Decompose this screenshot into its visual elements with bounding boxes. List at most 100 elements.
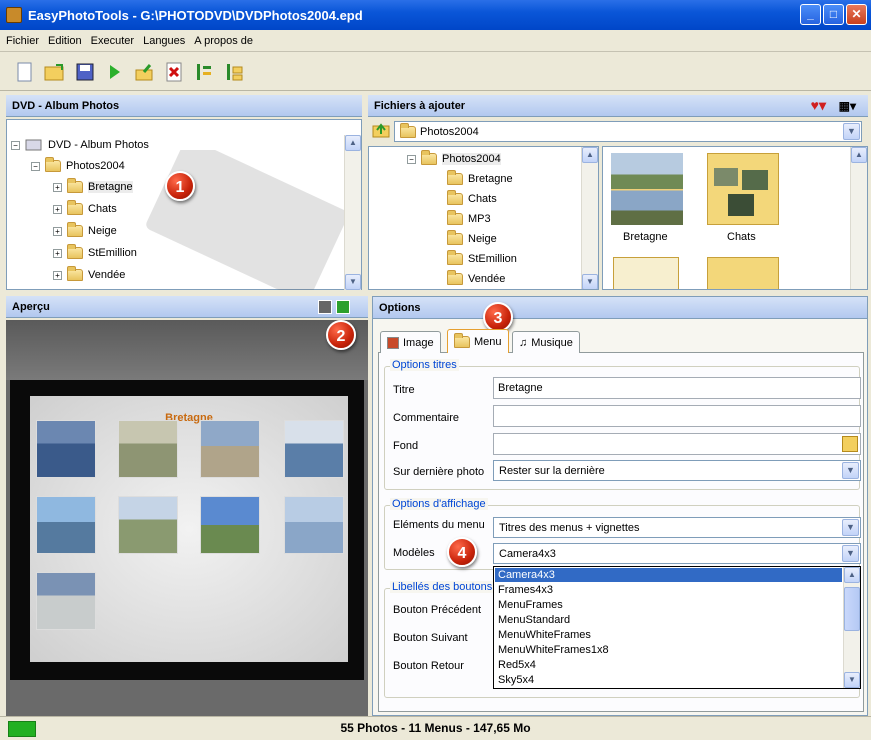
files-tree-stemillion[interactable]: StEmillion — [447, 250, 517, 265]
folder-icon — [67, 244, 83, 259]
tab-musique[interactable]: ♫ Musique — [512, 331, 580, 353]
fond-label: Fond — [393, 440, 419, 452]
folder-icon — [67, 200, 83, 215]
files-panel: Fichiers à ajouter ♥▾ ▦▾ Photos2004 ▼ − Ph… — [368, 95, 868, 290]
commentaire-field[interactable] — [493, 405, 861, 427]
modeles-option-7[interactable]: Sky5x4 — [498, 673, 534, 687]
path-combo[interactable]: Photos2004 ▼ — [394, 121, 862, 142]
modeles-option-3[interactable]: MenuStandard — [498, 613, 570, 627]
titre-label: Titre — [393, 384, 415, 396]
preview-thumb-2 — [118, 420, 178, 478]
heart-icon[interactable]: ♥▾ — [811, 97, 826, 114]
preview-mode-icon[interactable] — [318, 299, 332, 314]
preview-thumb-7 — [200, 496, 260, 554]
folder-icon — [45, 157, 61, 172]
browse-folder-icon[interactable] — [842, 436, 858, 452]
view-grid-icon[interactable]: ▦▾ — [839, 99, 856, 113]
modeles-option-4[interactable]: MenuWhiteFrames — [498, 628, 591, 642]
minimize-button[interactable]: _ — [800, 4, 821, 25]
preview-header: Aperçu — [6, 296, 368, 318]
callout-badge-4: 4 — [447, 537, 477, 567]
thumb-next[interactable] — [707, 257, 779, 289]
thumb-chats[interactable] — [707, 153, 779, 225]
elements-combo[interactable]: Titres des menus + vignettes ▼ — [493, 517, 861, 538]
modeles-dropdown-list[interactable]: Camera4x3 Frames4x3 MenuFrames MenuStand… — [493, 566, 861, 689]
preview-thumb-5 — [36, 496, 96, 554]
callout-badge-1: 1 — [165, 171, 195, 201]
btn-prec-label: Bouton Précédent — [393, 604, 482, 616]
tree-item-stemillion[interactable]: + StEmillion — [53, 244, 137, 259]
preview-thumb-8 — [284, 496, 344, 554]
derniere-combo[interactable]: Rester sur la dernière ▼ — [493, 460, 861, 481]
modeles-option-5[interactable]: MenuWhiteFrames1x8 — [498, 643, 609, 657]
modeles-combo[interactable]: Camera4x3 ▼ — [493, 543, 861, 564]
modeles-option-0[interactable]: Camera4x3 — [495, 568, 842, 582]
menubar: Fichier Edition Executer Langues A propo… — [0, 30, 871, 52]
preview-green-icon[interactable] — [336, 299, 350, 314]
open-folder-icon[interactable] — [44, 61, 66, 83]
tree-folder-photos2004[interactable]: − Photos2004 — [31, 157, 125, 172]
up-folder-icon[interactable] — [372, 121, 392, 141]
commentaire-label: Commentaire — [393, 412, 460, 424]
menu-executer[interactable]: Executer — [91, 35, 134, 47]
menu-fichier[interactable]: Fichier — [6, 35, 39, 47]
files-tree-scrollbar[interactable]: ▲ ▼ — [581, 147, 598, 289]
export-icon[interactable] — [134, 61, 156, 83]
files-tree-vendee[interactable]: Vendée — [447, 270, 505, 285]
titre-field[interactable]: Bretagne — [493, 377, 861, 399]
tree-item-neige[interactable]: + Neige — [53, 222, 117, 237]
files-tree-photos2004[interactable]: − Photos2004 — [407, 150, 501, 165]
save-icon[interactable] — [74, 61, 96, 83]
tab-image[interactable]: Image — [380, 331, 441, 353]
close-button[interactable]: ✕ — [846, 4, 867, 25]
tree-item-vendee[interactable]: + Vendée — [53, 266, 125, 281]
group-options-titres-title: Options titres — [390, 359, 459, 371]
menu-edition[interactable]: Edition — [48, 35, 82, 47]
tab-menu[interactable]: Menu — [447, 329, 509, 353]
callout-badge-3: 3 — [483, 302, 513, 332]
thumbs-scrollbar[interactable]: ▲ — [850, 147, 867, 289]
files-tree-neige[interactable]: Neige — [447, 230, 497, 245]
folder-icon — [67, 178, 83, 193]
group-libelles-title: Libellés des boutons — [390, 581, 495, 593]
toolbar — [0, 53, 871, 91]
elements-label: Eléments du menu — [393, 519, 485, 531]
modeles-dropdown-scrollbar[interactable]: ▲ ▼ — [843, 567, 860, 688]
files-tree-mp3[interactable]: MP3 — [447, 210, 491, 225]
thumb-bretagne-label: Bretagne — [623, 231, 668, 243]
btn-suiv-label: Bouton Suivant — [393, 632, 468, 644]
btn-retour-label: Bouton Retour — [393, 660, 464, 672]
tree-folder-icon[interactable] — [224, 61, 246, 83]
left-tree-scrollbar[interactable]: ▲ ▼ — [344, 135, 361, 290]
music-icon: ♫ — [519, 336, 528, 349]
status-text: 55 Photos - 11 Menus - 147,65 Mo — [340, 721, 531, 735]
derniere-label: Sur dernière photo — [393, 466, 485, 478]
tree-add-icon[interactable] — [194, 61, 216, 83]
preview-thumb-1 — [36, 420, 96, 478]
maximize-button[interactable]: □ — [823, 4, 844, 25]
play-icon[interactable] — [104, 61, 126, 83]
menu-apropos[interactable]: A propos de — [194, 35, 253, 47]
fond-field[interactable] — [493, 433, 861, 455]
modeles-option-2[interactable]: MenuFrames — [498, 598, 563, 612]
tree-root-item[interactable]: − DVD - Album Photos — [11, 138, 149, 152]
preview-thumb-4 — [284, 420, 344, 478]
menu-langues[interactable]: Langues — [143, 35, 185, 47]
tree-item-chats[interactable]: + Chats — [53, 200, 117, 215]
files-tree-chats[interactable]: Chats — [447, 190, 497, 205]
modeles-label: Modèles — [393, 547, 435, 559]
files-tree-bretagne[interactable]: Bretagne — [447, 170, 513, 185]
group-options-affichage-title: Options d'affichage — [390, 498, 488, 510]
folder-icon — [67, 266, 83, 281]
film-watermark — [146, 150, 348, 290]
modeles-option-6[interactable]: Red5x4 — [498, 658, 536, 672]
tree-item-bretagne[interactable]: + Bretagne — [53, 178, 133, 193]
thumb-folder-next[interactable] — [613, 257, 679, 289]
image-icon — [387, 336, 399, 349]
new-file-icon[interactable] — [14, 61, 36, 83]
folder-icon — [454, 332, 470, 348]
preview-panel: Aperçu Bretagne — [6, 296, 368, 716]
modeles-option-1[interactable]: Frames4x3 — [498, 583, 553, 597]
thumb-bretagne[interactable] — [611, 153, 683, 225]
delete-icon[interactable] — [164, 61, 186, 83]
